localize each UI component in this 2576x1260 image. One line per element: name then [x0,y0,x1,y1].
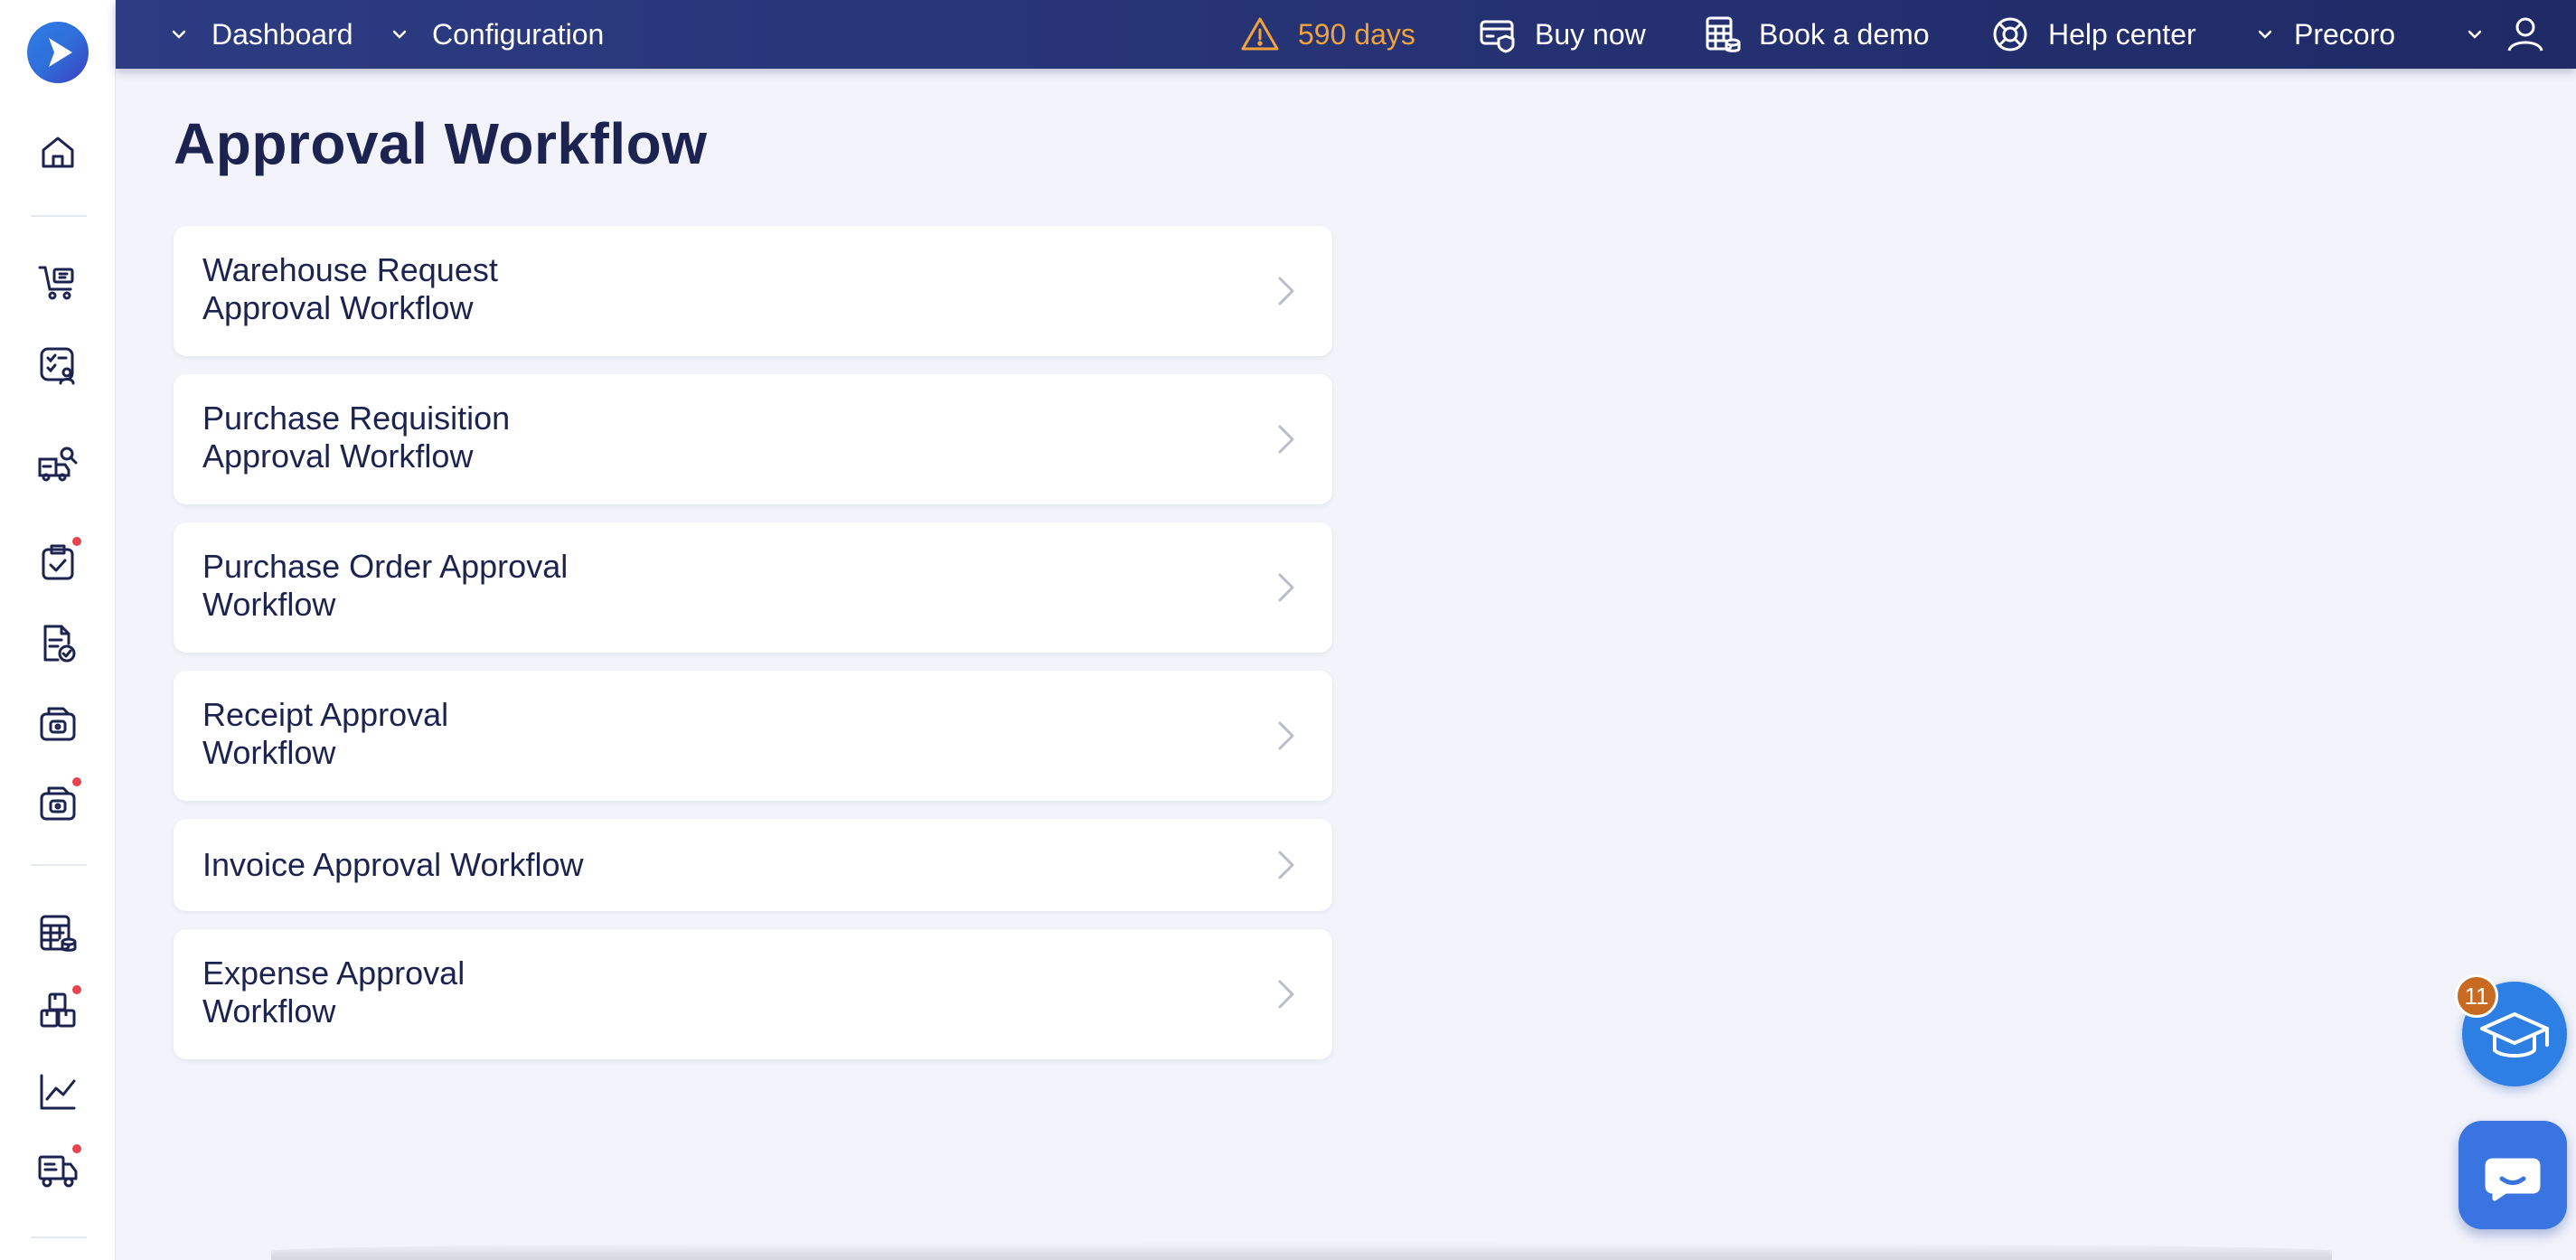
page-title: Approval Workflow [174,111,708,176]
buy-now-button[interactable]: Buy now [1479,0,1646,69]
chart-icon[interactable] [36,1070,80,1114]
notification-dot [71,776,83,788]
calculator-table-icon[interactable] [36,911,80,954]
workflow-item-label: Purchase Requisition Approval Workflow [202,400,511,475]
book-demo-label: Book a demo [1759,17,1930,51]
nav-configuration[interactable]: Configuration [389,0,604,69]
shopping-cart-icon[interactable] [36,260,80,304]
user-menu[interactable] [2464,0,2545,69]
workflow-item-invoice[interactable]: Invoice Approval Workflow [174,819,1332,911]
notification-dot [71,535,83,548]
workflow-item-warehouse-request[interactable]: Warehouse Request Approval Workflow [174,226,1332,356]
workflow-item-expense[interactable]: Expense Approval Workflow [174,929,1332,1059]
company-label: Precoro [2294,17,2396,51]
chevron-right-icon [1278,980,1294,1009]
workflow-item-label: Invoice Approval Workflow [202,846,584,883]
precoro-logo[interactable] [27,22,89,83]
help-center-button[interactable]: Help center [1990,0,2196,69]
workflow-item-purchase-requisition[interactable]: Purchase Requisition Approval Workflow [174,374,1332,504]
truck-search-icon[interactable] [36,443,80,486]
chevron-right-icon [1278,851,1294,879]
nav-label: Dashboard [212,17,353,51]
academy-badge: 11 [2455,974,2498,1018]
document-check-icon[interactable] [36,622,80,665]
checklist-user-icon[interactable] [36,343,80,387]
workflow-item-label: Expense Approval Workflow [202,954,465,1030]
clipboard-check-icon[interactable] [36,535,83,584]
workflow-item-label: Purchase Order Approval Workflow [202,548,569,623]
top-navigation-bar: Dashboard Configuration 590 days Buy now… [116,0,2576,69]
nav-label: Configuration [432,17,605,51]
chevron-down-icon [172,30,186,39]
book-demo-button[interactable]: Book a demo [1703,0,1930,69]
chevron-right-icon [1278,425,1294,454]
company-switcher[interactable]: Precoro [2254,0,2395,69]
chevron-down-icon [2468,30,2482,39]
sidebar [0,0,116,1260]
help-center-label: Help center [2048,17,2196,51]
workflow-item-label: Receipt Approval Workflow [202,696,449,771]
chevron-right-icon [1278,573,1294,602]
workflow-item-purchase-order[interactable]: Purchase Order Approval Workflow [174,522,1332,653]
truck-icon[interactable] [36,1142,83,1191]
workflow-item-receipt[interactable]: Receipt Approval Workflow [174,671,1332,801]
boxes-icon[interactable] [36,983,83,1032]
trial-days-indicator[interactable]: 590 days [1240,0,1415,69]
chat-button[interactable] [2458,1121,2567,1229]
warning-icon [1241,17,1279,51]
home-icon[interactable] [36,130,80,174]
lifebuoy-icon [1993,17,2027,52]
notification-dot [71,1142,83,1155]
receipt-box-icon[interactable] [36,701,80,745]
chevron-down-icon [2258,30,2272,39]
notification-dot [71,983,83,996]
chat-icon [2485,1158,2541,1201]
bottom-shadow [271,1242,2332,1260]
invoice-box-icon[interactable] [36,776,83,824]
chevron-right-icon [1278,721,1294,750]
calculator-icon [1706,16,1741,52]
nav-dashboard[interactable]: Dashboard [168,0,353,69]
workflow-item-label: Warehouse Request Approval Workflow [202,251,498,326]
chevron-right-icon [1278,277,1294,306]
trial-days-label: 590 days [1298,17,1415,51]
user-icon [2507,17,2543,52]
buy-now-label: Buy now [1535,17,1646,51]
chevron-down-icon [392,30,407,39]
card-shield-icon [1480,20,1515,53]
